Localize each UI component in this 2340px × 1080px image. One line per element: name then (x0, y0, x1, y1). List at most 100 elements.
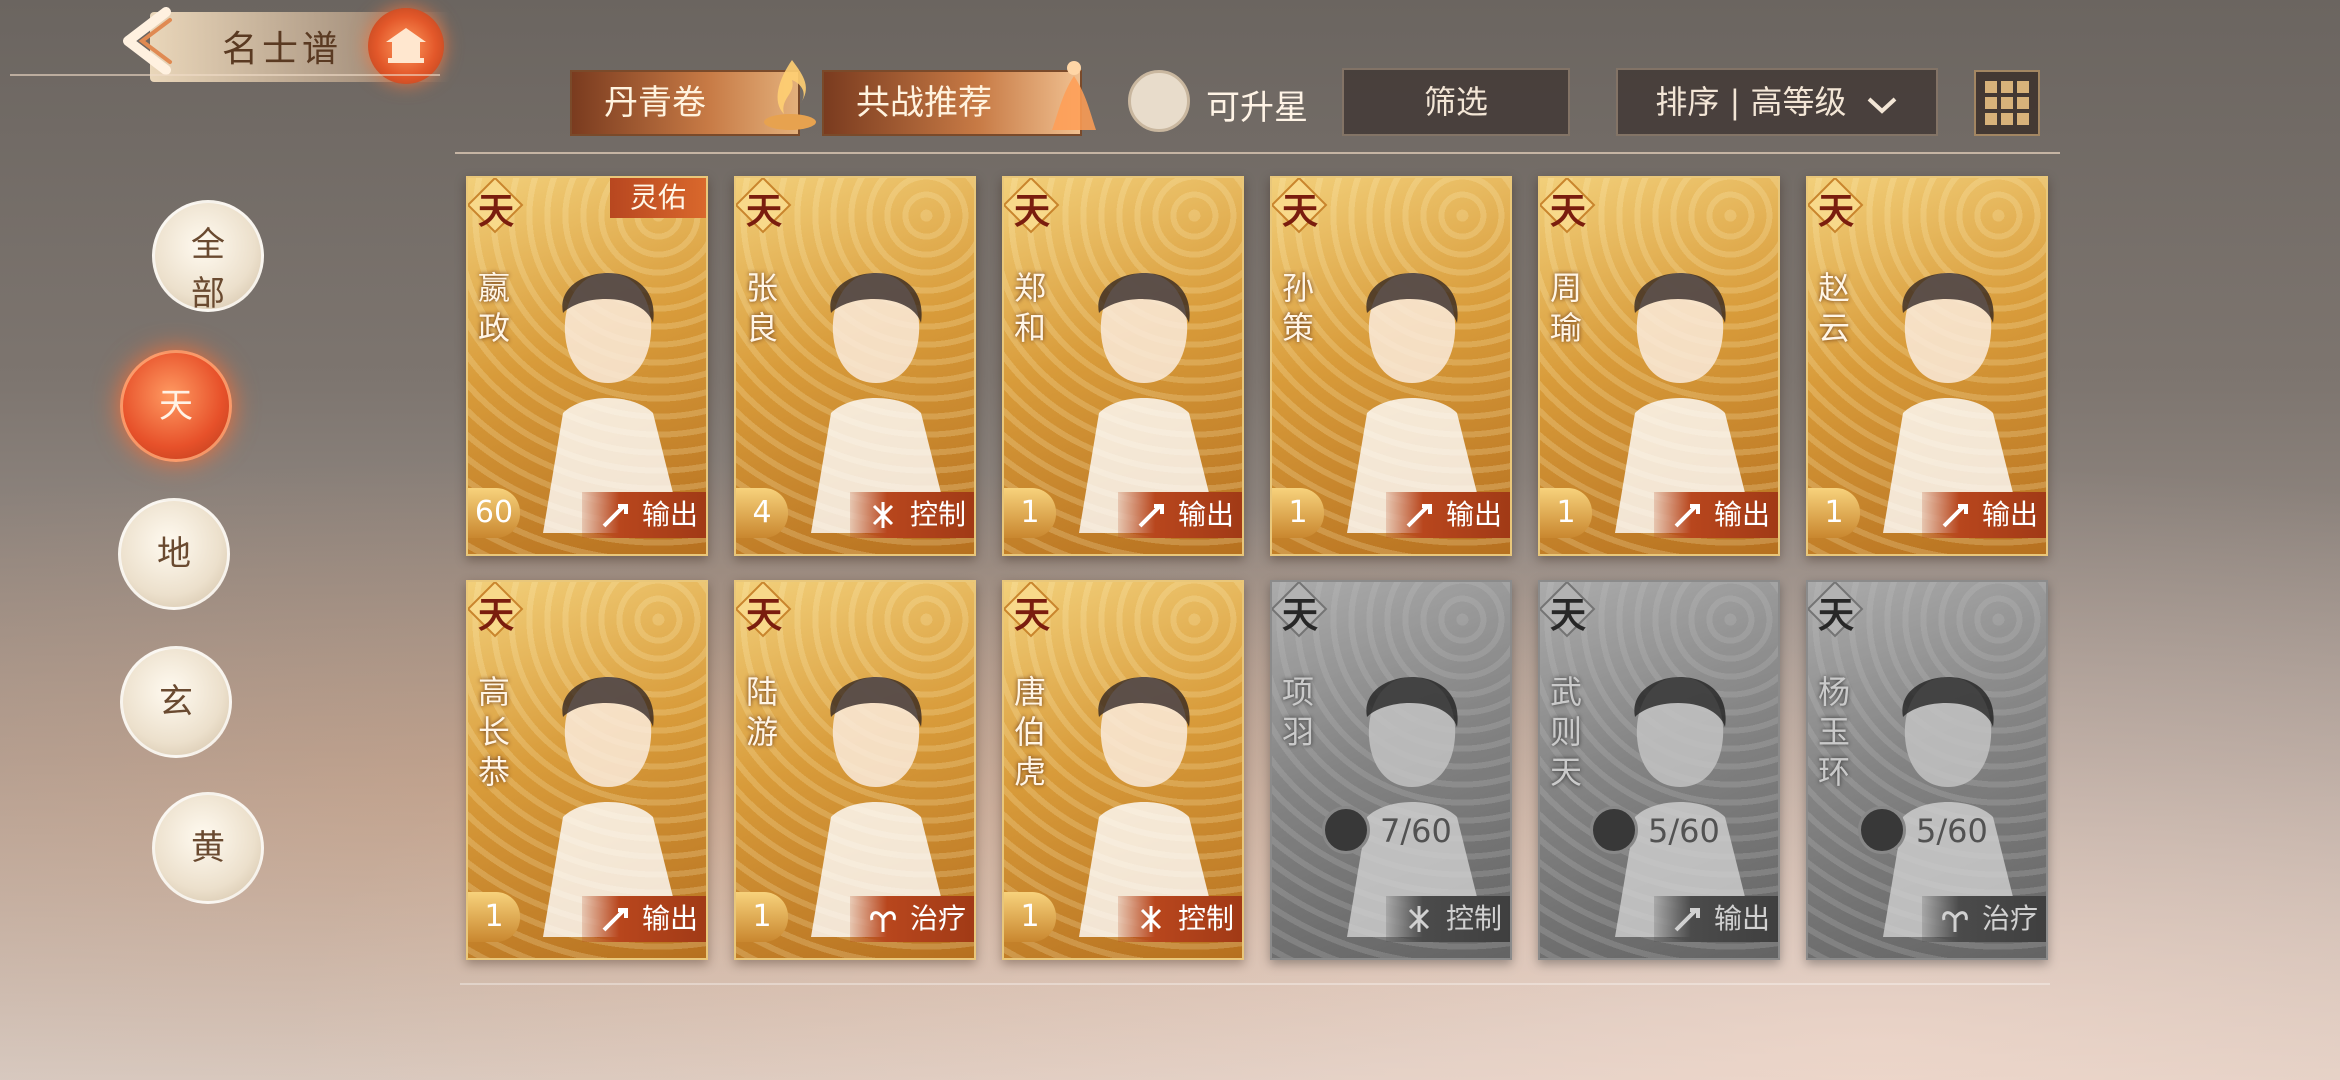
sprout-icon (870, 911, 896, 932)
hero-card[interactable]: 天项羽 7/60 控制 (1270, 580, 1512, 960)
hero-name-char: 周 (1549, 269, 1582, 307)
role-label: 输出 (641, 498, 698, 531)
hero-card[interactable]: 天嬴政 灵佑 60 输出 (466, 176, 708, 556)
role-badge: 控制 (1386, 896, 1510, 942)
hero-card[interactable]: 天孙策 1 输出 (1270, 176, 1512, 556)
hero-card[interactable]: 天赵云 1 输出 (1806, 176, 2048, 556)
fragment-progress: 5/60 (1590, 806, 1770, 854)
hero-name-char: 环 (1817, 753, 1850, 791)
sword-icon (602, 504, 628, 528)
hero-name-char: 恭 (477, 753, 510, 791)
hero-level: 1 (468, 892, 520, 942)
crossed-swords-icon (872, 502, 894, 528)
sword-icon (1138, 504, 1164, 528)
role-label: 治疗 (1981, 902, 2038, 935)
hero-name-char: 唐 (1013, 673, 1046, 711)
role-label: 输出 (1445, 498, 1502, 531)
hero-level: 1 (736, 892, 788, 942)
hero-card[interactable]: 天陆游 1 治疗 (734, 580, 976, 960)
hero-name-char: 云 (1817, 309, 1850, 347)
rank-label: 黄 (191, 828, 225, 868)
sword-icon (1942, 504, 1968, 528)
rank-filter-huang[interactable]: 黄 (152, 792, 264, 904)
content-top-divider (455, 152, 2060, 154)
hero-name: 高长恭 (474, 672, 514, 792)
hero-portrait (543, 273, 683, 533)
hero-portrait (1079, 273, 1219, 533)
chevron-down-icon (1867, 97, 1897, 114)
hero-portrait (1615, 677, 1755, 937)
hero-portrait (543, 677, 683, 937)
hero-name: 武则天 (1546, 672, 1586, 792)
content-bottom-divider (460, 983, 2050, 985)
grade-label: 天 (478, 190, 515, 232)
fragment-count: 7/60 (1380, 812, 1452, 850)
hero-card[interactable]: 天郑和 1 输出 (1002, 176, 1244, 556)
rank-filter-all[interactable]: 全 部 (152, 200, 264, 314)
role-badge: 输出 (582, 896, 706, 942)
grade-label: 天 (1282, 190, 1319, 232)
hero-portrait (1883, 677, 2023, 937)
hero-card[interactable]: 天周瑜 1 输出 (1538, 176, 1780, 556)
hero-name-char: 孙 (1281, 269, 1314, 307)
rank-filter-tian[interactable]: 天 (120, 350, 232, 462)
rank-filter-xuan[interactable]: 玄 (120, 646, 232, 758)
grade-label: 天 (1550, 594, 1587, 636)
grid-view-icon[interactable] (1974, 70, 2040, 136)
hero-name: 陆游 (742, 672, 782, 752)
fragment-count: 5/60 (1648, 812, 1720, 850)
hero-name-char: 陆 (745, 673, 778, 711)
tab-scroll-label: 丹青卷 (604, 83, 706, 123)
role-badge: 治疗 (850, 896, 974, 942)
hero-name: 唐伯虎 (1010, 672, 1050, 792)
hero-name-char: 高 (477, 673, 510, 711)
hero-name: 项羽 (1278, 672, 1318, 752)
hero-name-char: 武 (1549, 673, 1582, 711)
hero-name-char: 和 (1013, 309, 1046, 347)
page-title: 名士谱 (222, 29, 343, 70)
grade-label: 天 (1282, 594, 1319, 636)
role-label: 输出 (1713, 498, 1770, 531)
tab-scroll[interactable]: 丹青卷 (570, 60, 816, 136)
hero-card[interactable]: 天高长恭 1 输出 (466, 580, 708, 960)
hero-card[interactable]: 天张良 4 控制 (734, 176, 976, 556)
role-badge: 输出 (1654, 492, 1778, 538)
hero-portrait (1347, 677, 1487, 937)
hero-portrait (1615, 273, 1755, 533)
rank-label: 全 (191, 225, 225, 265)
pavilion-emblem-icon (368, 8, 444, 84)
hero-name-char: 郑 (1013, 269, 1046, 307)
hero-card[interactable]: 天唐伯虎 1 控制 (1002, 580, 1244, 960)
role-badge: 输出 (1654, 896, 1778, 942)
hero-name: 孙策 (1278, 268, 1318, 348)
upgradable-star-checkbox[interactable] (1128, 70, 1190, 132)
rank-label: 玄 (159, 682, 193, 722)
hero-name-char: 伯 (1013, 713, 1046, 751)
tab-recommend[interactable]: 共战推荐 (822, 61, 1096, 136)
hero-portrait (1079, 677, 1219, 937)
grade-label: 天 (1550, 190, 1587, 232)
hero-level: 60 (468, 488, 520, 538)
role-label: 控制 (909, 498, 966, 531)
crossed-swords-icon (1140, 906, 1162, 932)
hero-card[interactable]: 天武则天 5/60 输出 (1538, 580, 1780, 960)
hero-card[interactable]: 天杨玉环 5/60 治疗 (1806, 580, 2048, 960)
grade-label: 天 (746, 594, 783, 636)
filter-button[interactable]: 筛选 (1342, 68, 1570, 136)
hero-name-char: 瑜 (1549, 309, 1582, 347)
hero-name-char: 游 (745, 713, 778, 751)
hero-name-char: 虎 (1013, 753, 1046, 791)
grade-label: 天 (1014, 594, 1051, 636)
hero-portrait (1347, 273, 1487, 533)
scroll-flame-icon (764, 60, 816, 130)
grade-label: 天 (746, 190, 783, 232)
hero-level: 4 (736, 488, 788, 538)
fragment-progress: 7/60 (1322, 806, 1502, 854)
role-badge: 控制 (850, 492, 974, 538)
grade-label: 天 (1818, 190, 1855, 232)
rank-filter-di[interactable]: 地 (118, 498, 230, 610)
hero-avatar-icon (1590, 806, 1638, 854)
sort-dropdown[interactable]: 排序 | 高等级 (1616, 68, 1938, 136)
hero-name: 张良 (742, 268, 782, 348)
back-arrow-icon[interactable] (118, 6, 178, 76)
